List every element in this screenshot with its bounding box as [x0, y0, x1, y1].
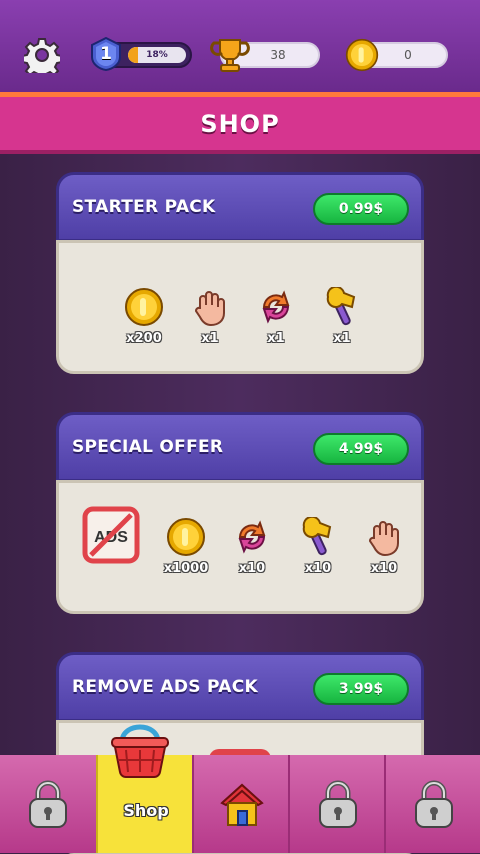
lock-icon — [316, 779, 360, 829]
level-badge: 1 — [90, 36, 122, 72]
gear-icon[interactable] — [24, 37, 60, 73]
reward-item: x1 — [247, 287, 305, 357]
card-body: x200 x1 x1 x1 — [56, 240, 424, 374]
pack-title: SPECIAL OFFER — [72, 437, 224, 457]
reward-qty: x1 — [333, 331, 351, 346]
buy-remove-ads-button[interactable]: 3.99$ — [313, 673, 409, 705]
reward-item: x10 — [289, 517, 347, 587]
house-icon — [220, 783, 264, 826]
hand-icon — [364, 517, 404, 557]
basket-icon — [111, 724, 169, 779]
card-header: SPECIAL OFFER 4.99$ — [56, 412, 424, 482]
nav-tab-locked-2[interactable] — [288, 755, 384, 853]
buy-special-offer-button[interactable]: 4.99$ — [313, 433, 409, 465]
level-progress-label: 18% — [146, 50, 168, 60]
buy-starter-pack-button[interactable]: 0.99$ — [313, 193, 409, 225]
lock-icon — [412, 779, 456, 829]
reward-item: x1000 — [157, 517, 215, 587]
page-title: SHOP — [200, 110, 280, 138]
title-bar: SHOP — [0, 92, 480, 154]
reward-qty: x1000 — [163, 561, 209, 576]
nav-tab-locked-1[interactable] — [0, 755, 96, 853]
bottom-nav: Shop — [0, 755, 480, 853]
pack-title: REMOVE ADS PACK — [72, 677, 258, 697]
reward-qty: x1 — [201, 331, 219, 346]
coin-icon — [345, 38, 379, 72]
reward-item: x1 — [181, 287, 239, 357]
hammer-icon — [298, 517, 338, 557]
hand-icon — [190, 287, 230, 327]
card-header: REMOVE ADS PACK 3.99$ — [56, 652, 424, 722]
shop-content: STARTER PACK 0.99$ x200 x1 x1 x1 SPECIAL… — [0, 154, 480, 854]
swap-icon — [256, 287, 296, 327]
card-header: STARTER PACK 0.99$ — [56, 172, 424, 242]
reward-qty: x200 — [126, 331, 162, 346]
lock-icon — [26, 779, 70, 829]
nav-tab-home[interactable] — [192, 755, 288, 853]
reward-qty: x10 — [304, 561, 332, 576]
reward-item: x200 — [115, 287, 173, 357]
reward-item: x10 — [355, 517, 413, 587]
coin-icon — [124, 287, 164, 327]
coin-icon — [166, 517, 206, 557]
nav-tab-label: Shop — [123, 801, 169, 820]
reward-qty: x10 — [238, 561, 266, 576]
hammer-icon — [322, 287, 362, 327]
nav-tab-locked-3[interactable] — [384, 755, 480, 853]
top-bar: 18% 1 38 0 — [0, 0, 480, 92]
reward-qty: x10 — [370, 561, 398, 576]
special-offer-card: SPECIAL OFFER 4.99$ ADS x1000 x10 — [56, 412, 424, 614]
level-number: 1 — [100, 44, 112, 64]
trophy-icon — [210, 39, 250, 72]
reward-item: x10 — [223, 517, 281, 587]
no-ads-icon: ADS — [82, 506, 140, 564]
reward-item: ADS — [79, 505, 143, 575]
card-body: ADS x1000 x10 x10 x10 — [56, 480, 424, 614]
pack-title: STARTER PACK — [72, 197, 216, 217]
reward-item: x1 — [313, 287, 371, 357]
swap-icon — [232, 517, 272, 557]
starter-pack-card: STARTER PACK 0.99$ x200 x1 x1 x1 — [56, 172, 424, 374]
reward-qty: x1 — [267, 331, 285, 346]
